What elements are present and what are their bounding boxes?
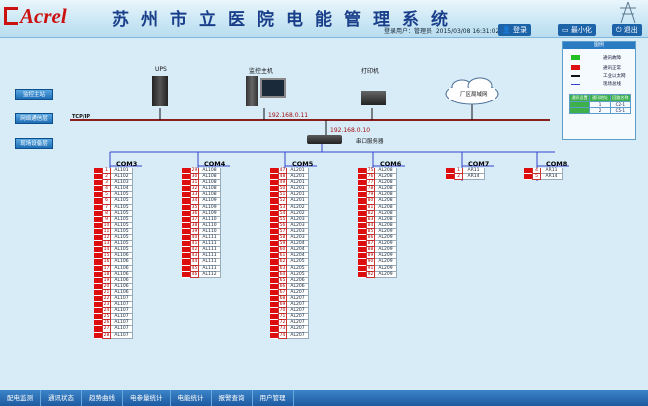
status-indicator [446,174,454,181]
device-address: 2 [454,174,463,181]
device-list: 1 AL101 2 AL102 3 AL103 4 AL104 5 AL105 6 AL105 7 AL1… [94,168,133,339]
device-list: 75 AL208 76 AL208 77 AL208 78 AL208 79 AL208 80 AL2… [358,168,397,278]
legend-panel: 图例 通讯故障 通讯正常 工业以太网 现场总线 通讯设置 通讯地址 回路名称 1 C2… [562,41,636,140]
device-address: 46 [190,271,199,278]
device-row[interactable]: 28 AL107 [94,332,133,339]
com-label-com8: COM8 [546,160,568,168]
legend-label-normal: 通讯正常 [603,66,621,71]
legend-label-ethernet: 工业以太网 [603,74,626,79]
legend-cell: C5-1 [609,107,632,114]
device-name: AR14 [463,174,485,181]
device-row[interactable]: 74 AL207 [270,332,309,339]
device-row[interactable]: 92 AL209 [358,271,397,278]
device-list: 1 AR11 2 AR14 [446,168,485,181]
bottom-tab-0[interactable]: 配电监测 [0,390,41,406]
device-name: AL207 [287,332,309,339]
device-list: 4 AR11 5 AR14 [524,168,563,181]
legend-th-loop: 回路名称 [609,94,632,102]
device-name: AL112 [199,271,221,278]
com-label-com5: COM5 [292,160,314,168]
server-label: 串口服务器 [356,139,384,145]
device-row[interactable]: 2 AR14 [446,174,485,181]
device-name: AL209 [375,271,397,278]
protocol-label: TCP/IP [72,114,91,120]
device-address: 5 [532,174,541,181]
server-ip: 192.168.0.10 [330,127,371,134]
legend-table: 通讯设置 通讯地址 回路名称 1 C2-1 2 C5-1 [568,94,632,114]
device-name: AR14 [541,174,563,181]
legend-th-setting: 通讯设置 [568,94,591,102]
bottom-tab-1[interactable]: 通讯状态 [41,390,82,406]
device-address: 28 [102,332,111,339]
legend-label-fault: 通讯故障 [603,56,621,61]
status-indicator [524,174,532,181]
com-label-com3: COM3 [116,160,138,168]
legend-title: 图例 [563,42,635,49]
status-indicator [182,271,190,278]
device-row[interactable]: 5 AR14 [524,174,563,181]
bottom-tab-3[interactable]: 电参量统计 [123,390,171,406]
legend-swatch-fieldbus [571,84,580,85]
legend-swatch-ethernet [571,75,580,77]
device-list: 29 AL108 30 AL108 31 AL108 32 AL108 33 AL108 34 AL1… [182,168,221,278]
lan-label: 厂区局域网 [460,92,488,98]
bottom-tab-2[interactable]: 趋势曲线 [82,390,123,406]
status-indicator [358,271,366,278]
bottom-tab-5[interactable]: 报警查询 [212,390,253,406]
status-indicator [94,332,102,339]
status-indicator [270,332,278,339]
legend-th-addr: 通讯地址 [589,94,611,102]
legend-label-fieldbus: 现场总线 [603,82,621,87]
legend-cell: 2 [589,107,611,114]
bottom-nav: 配电监测 通讯状态 趋势曲线 电参量统计 电能统计 报警查询 用户管理 [0,390,648,406]
serial-server-icon[interactable] [307,135,342,144]
device-address: 74 [278,332,287,339]
bottom-tab-4[interactable]: 电能统计 [171,390,212,406]
com-label-com4: COM4 [204,160,226,168]
device-address: 92 [366,271,375,278]
legend-swatch-fault [571,55,580,60]
legend-swatch-normal [571,65,580,70]
com-label-com6: COM6 [380,160,402,168]
bottom-tab-6[interactable]: 用户管理 [253,390,294,406]
device-name: AL107 [111,332,133,339]
com-label-com7: COM7 [468,160,490,168]
device-list: 47 AL201 48 AL201 49 AL201 50 AL201 51 AL201 52 AL2… [270,168,309,339]
device-row[interactable]: 46 AL112 [182,271,221,278]
